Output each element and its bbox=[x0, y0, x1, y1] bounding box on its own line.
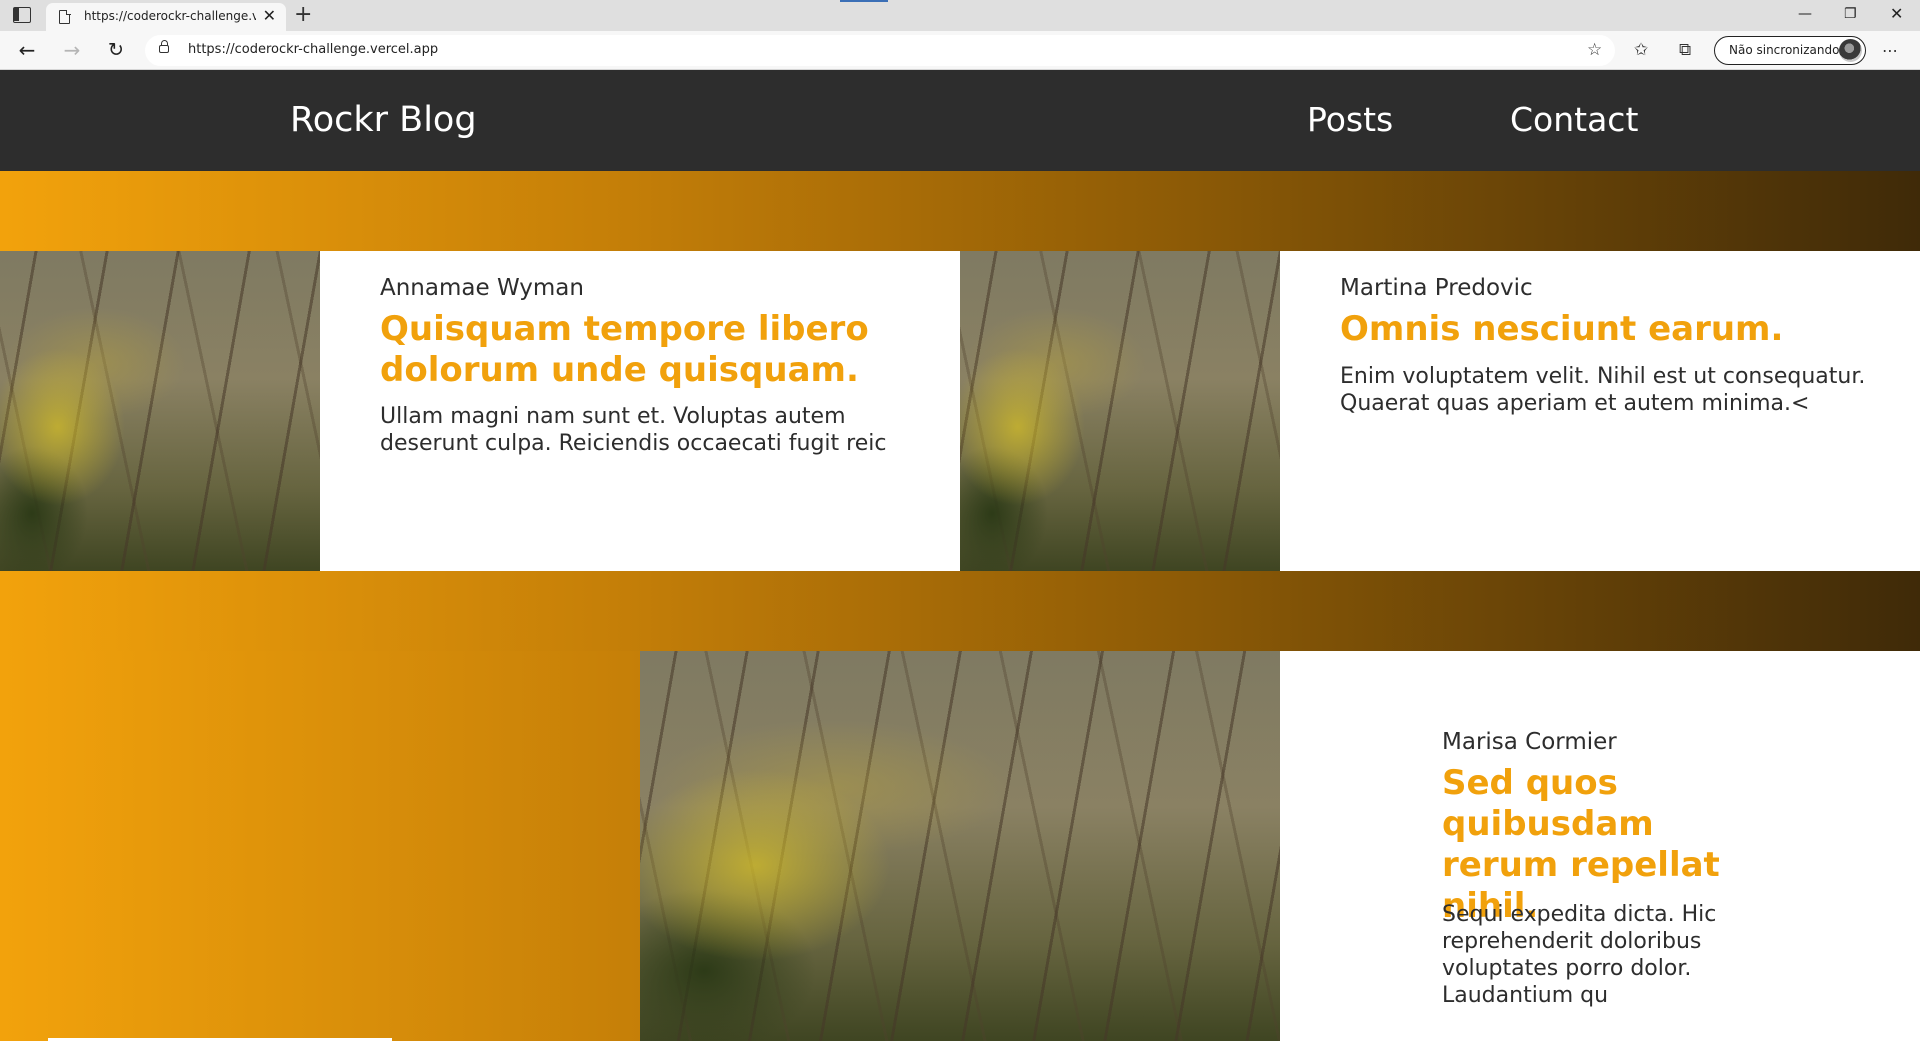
reload-icon[interactable]: ↻ bbox=[102, 36, 130, 64]
post-card[interactable]: Annamae Wyman Quisquam tempore libero do… bbox=[320, 251, 960, 571]
nav-contact-link[interactable]: Contact bbox=[1510, 100, 1638, 139]
favorite-add-icon[interactable]: ☆ bbox=[1587, 39, 1602, 61]
avatar bbox=[1839, 39, 1862, 62]
post-excerpt: Sequi expedita dicta. Hic reprehenderit … bbox=[1442, 902, 1717, 1008]
post-author: Annamae Wyman bbox=[380, 275, 584, 301]
forward-arrow-icon[interactable]: → bbox=[58, 36, 86, 64]
browser-tab[interactable]: https://coderockr-challenge.vercel.app ✕ bbox=[46, 3, 286, 31]
tab-close-icon[interactable]: ✕ bbox=[263, 7, 276, 25]
browser-toolbar: ← → ↻ https://coderockr-challenge.vercel… bbox=[0, 31, 1920, 70]
post-excerpt: Ullam magni nam sunt et. Voluptas autem … bbox=[380, 404, 887, 456]
close-window-button[interactable]: ✕ bbox=[1890, 4, 1903, 24]
tab-title: https://coderockr-challenge.vercel.app bbox=[84, 9, 256, 23]
gradient-band bbox=[0, 171, 1920, 251]
nav-posts-link[interactable]: Posts bbox=[1307, 100, 1393, 139]
post-author: Martina Predovic bbox=[1340, 275, 1533, 301]
minimize-button[interactable]: — bbox=[1798, 4, 1812, 24]
favorites-icon[interactable]: ✩ bbox=[1634, 37, 1648, 63]
tab-actions-icon[interactable] bbox=[13, 7, 31, 23]
profile-label: Não sincronizando bbox=[1729, 43, 1840, 57]
post-title[interactable]: Omnis nesciunt earum. bbox=[1340, 309, 1860, 350]
back-arrow-icon[interactable]: ← bbox=[13, 36, 41, 64]
site-header: Rockr Blog Posts Contact bbox=[0, 70, 1920, 171]
address-bar[interactable]: https://coderockr-challenge.vercel.app ☆ bbox=[145, 35, 1615, 66]
brand-logo[interactable]: Rockr Blog bbox=[290, 100, 477, 140]
lock-icon[interactable] bbox=[159, 40, 169, 53]
post-excerpt: Enim voluptatem velit. Nihil est ut cons… bbox=[1340, 364, 1866, 416]
url-text[interactable]: https://coderockr-challenge.vercel.app bbox=[188, 42, 438, 57]
post-image[interactable] bbox=[640, 651, 1280, 1041]
post-card[interactable]: Marisa Cormier Sed quos quibusdam rerum … bbox=[1280, 651, 1920, 1041]
page-icon bbox=[59, 9, 71, 24]
gradient-band bbox=[0, 571, 1920, 651]
post-image[interactable] bbox=[0, 251, 320, 571]
collections-icon[interactable]: ⧉ bbox=[1679, 37, 1691, 63]
post-author: Marisa Cormier bbox=[1442, 729, 1617, 755]
post-title[interactable]: Quisquam tempore libero dolorum unde qui… bbox=[380, 309, 900, 391]
profile-button[interactable]: Não sincronizando bbox=[1714, 36, 1866, 65]
gradient-panel bbox=[0, 651, 640, 1041]
tab-scroll-indicator bbox=[840, 0, 888, 2]
browser-tab-bar: https://coderockr-challenge.vercel.app ✕… bbox=[0, 0, 1920, 31]
post-image[interactable] bbox=[960, 251, 1280, 571]
post-card[interactable]: Martina Predovic Omnis nesciunt earum. E… bbox=[1280, 251, 1920, 571]
new-tab-button[interactable]: + bbox=[294, 2, 312, 28]
maximize-button[interactable]: ❐ bbox=[1844, 4, 1857, 24]
more-icon[interactable]: ⋯ bbox=[1882, 38, 1899, 64]
